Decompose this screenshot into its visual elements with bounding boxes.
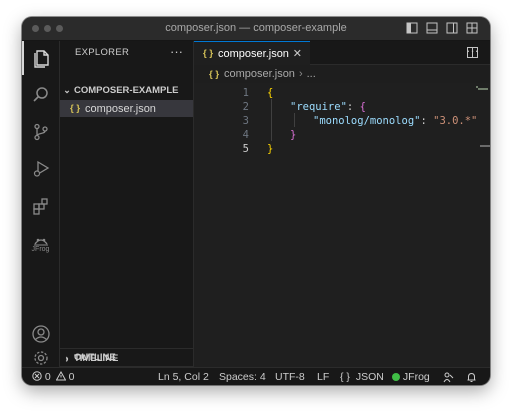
explorer-activity-button[interactable] [22,41,59,75]
activity-bar: JFrog [22,41,60,367]
toggle-secondary-sidebar-icon[interactable] [446,22,458,34]
open-brace: { [267,87,274,99]
search-activity-button[interactable] [22,78,59,112]
encoding[interactable]: UTF-8 [275,371,305,383]
line-number: 2 [242,101,249,113]
scrollbar-cursor-marker [480,145,490,147]
json-file-icon: { } [209,68,220,80]
chevron-down-icon: ⌄ [63,85,71,95]
code-line: 1 { [194,86,474,100]
status-bar: 0 0 Ln 5, Col 2 Spaces: 4 UTF-8 LF { } J… [22,367,490,385]
cursor-position[interactable]: Ln 5, Col 2 [158,371,209,383]
notifications-bell-icon[interactable] [466,372,477,383]
search-icon [32,87,48,102]
end-of-line[interactable]: LF [317,371,329,383]
files-icon [33,50,49,68]
json-file-icon: { } [70,103,81,114]
code-line: 3 "monolog/monolog": "3.0.*" [194,114,478,128]
json-language-icon: { } [340,371,350,383]
tab-composer-json[interactable]: { } composer.json ✕ [194,41,310,65]
source-control-activity-button[interactable] [22,115,59,149]
json-file-icon: { } [203,48,214,59]
run-debug-icon [33,160,49,177]
code-line: 2 "require": { [194,100,474,114]
line-number: 4 [242,129,249,141]
extensions-icon [32,198,48,215]
json-colon: : [346,101,360,113]
tab-label: composer.json [218,47,289,60]
line-number: 5 [242,143,249,155]
jfrog-status-label: JFrog [402,371,430,383]
error-icon [32,371,42,381]
chevron-right-icon: › [298,68,303,80]
extensions-activity-button[interactable] [22,189,59,223]
editor-tab-bar: { } composer.json ✕ [194,41,490,65]
warning-icon [55,370,67,381]
manage-activity-button[interactable] [22,349,59,367]
line-number: 3 [242,115,249,127]
folder-name: COMPOSER-EXAMPLE [74,85,179,96]
code-line: 5 } [194,142,474,156]
indentation[interactable]: Spaces: 4 [219,371,266,383]
window-title: composer.json — composer-example [165,22,347,34]
settings-icon [33,351,48,365]
timeline-section-header[interactable]: › TIMELINE [60,350,193,367]
source-control-icon [33,123,48,141]
json-key: "monolog/monolog" [313,115,421,127]
more-actions-icon[interactable]: ··· [466,43,479,58]
breadcrumb-more[interactable]: ... [307,68,316,80]
code-editor[interactable]: 1 { 2 "require": { 3 "monolog/monolog": … [194,83,490,367]
code-text: "require": { [290,100,366,114]
close-brace: } [290,129,297,141]
close-tab-icon[interactable]: ✕ [293,47,302,60]
timeline-label: TIMELINE [74,353,119,364]
explorer-sidebar: EXPLORER ··· ⌄ COMPOSER-EXAMPLE { } comp… [60,41,194,367]
code-line: 4 } [194,128,474,142]
breadcrumb: { } composer.json › ... [194,65,316,83]
json-key: "require" [290,101,347,113]
breadcrumb-file[interactable]: composer.json [224,68,295,80]
language-mode[interactable]: { } JSON [340,371,384,383]
json-colon: : [420,115,434,127]
folder-section-header[interactable]: ⌄ COMPOSER-EXAMPLE [60,82,193,99]
file-tree-item-label: composer.json [85,102,156,115]
chevron-right-icon: › [65,353,69,364]
language-label: JSON [355,371,384,383]
minimap-line [478,88,488,90]
feedback-icon[interactable] [443,372,454,383]
account-icon [31,325,50,343]
jfrog-status-dot-icon [392,373,400,381]
error-count: 0 [44,371,51,383]
explorer-title: EXPLORER [75,47,130,58]
customize-layout-icon[interactable] [466,22,478,34]
line-number: 1 [242,87,249,99]
file-tree-item[interactable]: { } composer.json [60,100,193,117]
jfrog-activity-button[interactable]: JFrog [22,227,59,261]
toggle-primary-sidebar-icon[interactable] [406,22,418,34]
close-brace: } [267,143,274,155]
code-text: "monolog/monolog": "3.0.*" [313,114,477,128]
problems-indicator[interactable]: 0 0 [32,370,75,383]
json-string: "3.0.*" [433,115,478,127]
jfrog-activity-label: JFrog [31,245,50,253]
accounts-activity-button[interactable] [22,317,59,351]
explorer-more-actions-button[interactable]: ··· [170,44,183,59]
jfrog-status[interactable]: JFrog [392,371,430,383]
run-debug-activity-button[interactable] [22,152,59,186]
jfrog-icon [33,238,48,245]
warning-count: 0 [68,371,75,383]
open-brace: { [359,101,366,113]
vscode-window: composer.json — composer-example JFrog E… [22,17,490,385]
toggle-panel-icon[interactable] [426,22,438,34]
title-bar: composer.json — composer-example [22,17,490,41]
